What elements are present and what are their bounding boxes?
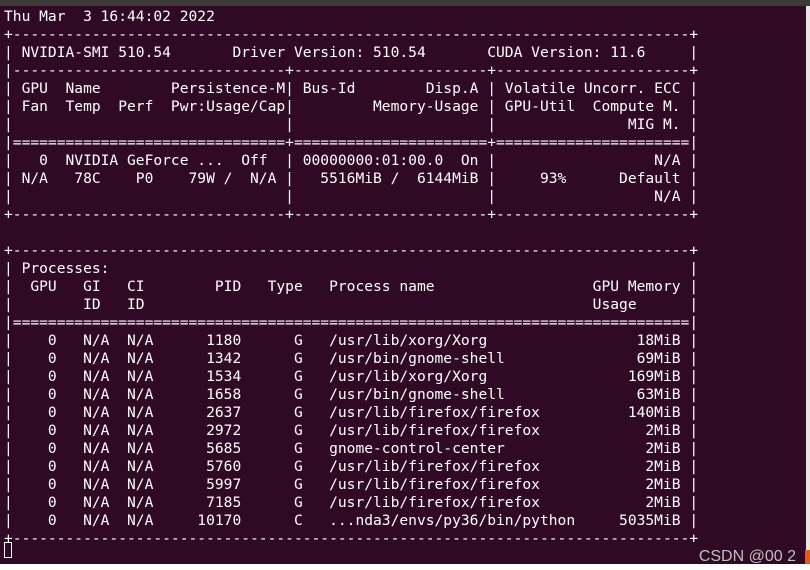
terminal-line: +---------------------------------------… — [4, 242, 699, 259]
terminal-line: | Fan Temp Perf Pwr:Usage/Cap| Memory-Us… — [4, 98, 699, 115]
terminal-line: | 0 N/A N/A 2637 G /usr/lib/firefox/fire… — [4, 404, 699, 421]
terminal-output: Thu Mar 3 16:44:02 2022 +---------------… — [4, 8, 698, 548]
terminal-line: | GPU Name Persistence-M| Bus-Id Disp.A … — [4, 80, 699, 97]
terminal-line: | N/A 78C P0 79W / N/A | 5516MiB / 6144M… — [4, 170, 699, 187]
window-bottom-edge — [0, 564, 810, 570]
terminal-line: | | | MIG M. | — [4, 116, 699, 133]
terminal-line: |-------------------------------+-------… — [4, 62, 699, 79]
terminal-line: | 0 N/A N/A 5997 G /usr/lib/firefox/fire… — [4, 476, 699, 493]
scrollbar-thumb[interactable] — [805, 550, 810, 564]
terminal-line: | 0 N/A N/A 1658 G /usr/bin/gnome-shell … — [4, 386, 699, 403]
terminal-line: |=======================================… — [4, 314, 699, 331]
terminal-line: | 0 NVIDIA GeForce ... Off | 00000000:01… — [4, 152, 699, 169]
terminal-line: | NVIDIA-SMI 510.54 Driver Version: 510.… — [4, 44, 699, 61]
terminal-line: | GPU GI CI PID Type Process name GPU Me… — [4, 278, 699, 295]
terminal-line: | 0 N/A N/A 1342 G /usr/bin/gnome-shell … — [4, 350, 699, 367]
terminal-line: Thu Mar 3 16:44:02 2022 — [4, 8, 215, 25]
terminal-line: +---------------------------------------… — [4, 26, 699, 43]
terminal-line: | Processes: | — [4, 260, 699, 277]
terminal-line: |===============================+=======… — [4, 134, 699, 151]
terminal-line: +-------------------------------+-------… — [4, 206, 699, 223]
terminal-cursor — [4, 542, 12, 558]
terminal-line: | | | N/A | — [4, 188, 699, 205]
terminal-line: | 0 N/A N/A 1180 G /usr/lib/xorg/Xorg 18… — [4, 332, 699, 349]
terminal-window[interactable]: Thu Mar 3 16:44:02 2022 +---------------… — [0, 6, 806, 564]
watermark-text: CSDN @00 2 — [698, 548, 796, 565]
terminal-line: | 0 N/A N/A 5685 G gnome-control-center … — [4, 440, 699, 457]
terminal-line: | ID ID Usage | — [4, 296, 699, 313]
terminal-line: | 0 N/A N/A 10170 C ...nda3/envs/py36/bi… — [4, 512, 699, 529]
terminal-line: | 0 N/A N/A 7185 G /usr/lib/firefox/fire… — [4, 494, 699, 511]
terminal-line: | 0 N/A N/A 2972 G /usr/lib/firefox/fire… — [4, 422, 699, 439]
terminal-line: | 0 N/A N/A 1534 G /usr/lib/xorg/Xorg 16… — [4, 368, 699, 385]
terminal-line: +---------------------------------------… — [4, 530, 699, 547]
window-right-edge — [806, 6, 810, 564]
terminal-line: | 0 N/A N/A 5760 G /usr/lib/firefox/fire… — [4, 458, 699, 475]
